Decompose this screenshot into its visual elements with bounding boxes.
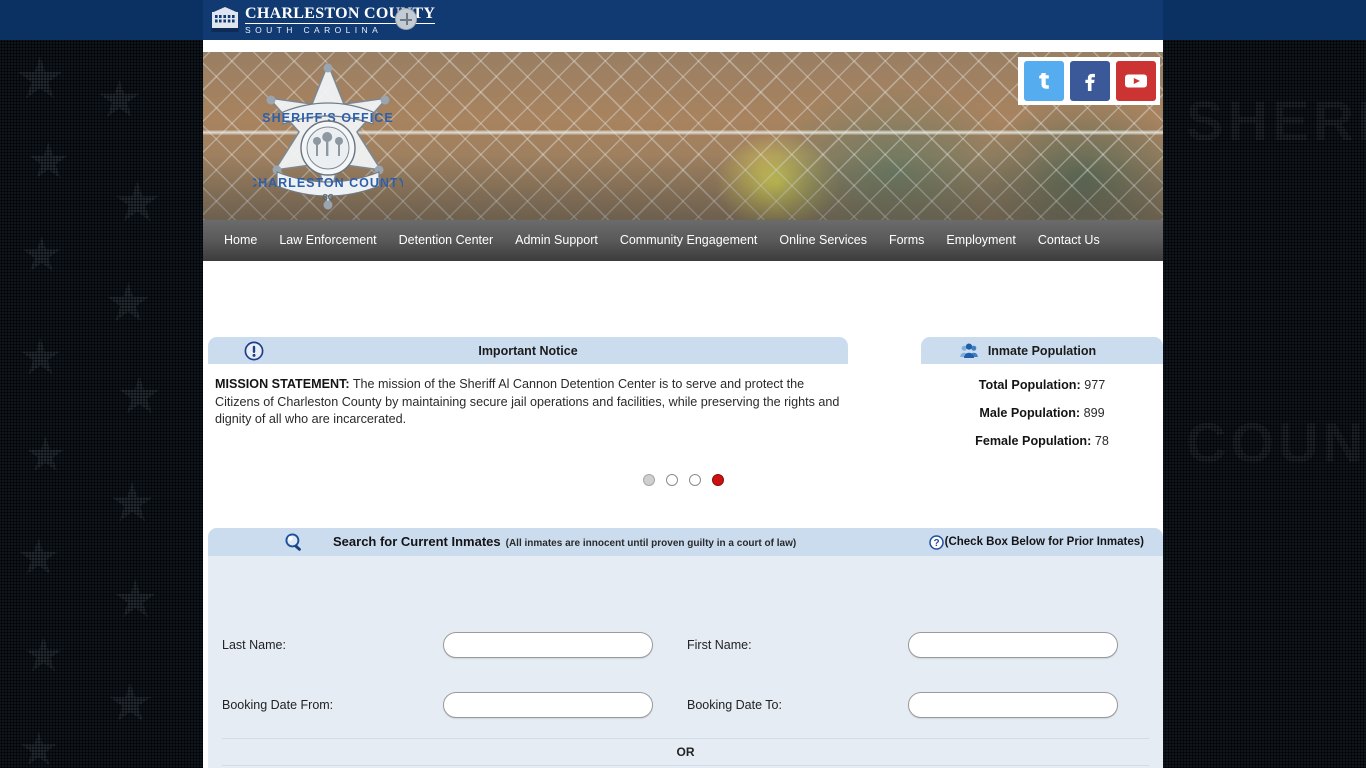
carousel-dot-1[interactable]	[642, 474, 655, 486]
facebook-icon[interactable]	[1070, 61, 1110, 101]
nav-item-detention-center[interactable]: Detention Center	[388, 220, 505, 261]
background-star: ★	[26, 133, 71, 189]
important-notice-title: Important Notice	[478, 343, 578, 358]
inmate-search-title-group: Search for Current Inmates (All inmates …	[333, 528, 796, 556]
important-notice-header: Important Notice	[208, 337, 848, 364]
carousel-dot-4[interactable]	[711, 474, 724, 486]
inmate-search-disclaimer: (All inmates are innocent until proven g…	[505, 538, 797, 549]
svg-text:?: ?	[933, 538, 939, 549]
first-name-input[interactable]	[908, 632, 1118, 658]
background-star: ★	[116, 367, 163, 425]
male-population-label: Male Population:	[979, 406, 1081, 420]
expand-plus-button[interactable]	[395, 8, 417, 30]
inmate-search-panel: Search for Current Inmates (All inmates …	[208, 528, 1163, 768]
booking-date-fields-row: Booking Date From: Booking Date To:	[208, 690, 1163, 720]
nav-item-law-enforcement[interactable]: Law Enforcement	[268, 220, 387, 261]
inmate-population-title: Inmate Population	[987, 343, 1097, 358]
important-notice-body: MISSION STATEMENT: The mission of the Sh…	[208, 364, 848, 429]
prior-inmates-note: (Check Box Below for Prior Inmates)	[944, 536, 1144, 548]
or-separator: OR	[222, 738, 1149, 766]
important-notice-panel: Important Notice MISSION STATEMENT: The …	[208, 337, 848, 429]
youtube-icon[interactable]	[1116, 61, 1156, 101]
background-star: ★	[96, 71, 143, 129]
background-star: ★	[108, 473, 157, 533]
top-header-bar: CHARLESTON COUNTY SOUTH CAROLINA	[0, 0, 1366, 40]
nav-item-forms[interactable]: Forms	[878, 220, 935, 261]
last-name-input[interactable]	[443, 632, 653, 658]
last-name-label: Last Name:	[222, 638, 286, 652]
people-group-icon	[959, 341, 979, 361]
social-links	[1018, 57, 1160, 105]
female-population-value: 78	[1094, 434, 1109, 448]
male-population-value: 899	[1083, 406, 1105, 420]
background-star: ★	[18, 329, 63, 385]
svg-text:CHARLESTON COUNTY: CHARLESTON COUNTY	[253, 176, 403, 190]
total-population-value: 977	[1084, 378, 1106, 392]
background-star: ★	[112, 170, 163, 233]
background-star: ★	[22, 629, 66, 682]
svg-text:SC: SC	[322, 193, 333, 202]
courthouse-icon	[211, 6, 239, 34]
carousel-pagination	[203, 474, 1163, 486]
inmate-population-panel: Inmate Population Total Population: 977 …	[921, 337, 1163, 448]
nav-item-contact-us[interactable]: Contact Us	[1027, 220, 1111, 261]
mission-statement-label: MISSION STATEMENT:	[215, 377, 350, 391]
carousel-dot-3[interactable]	[688, 474, 701, 486]
main-navigation: Home Law Enforcement Detention Center Ad…	[203, 220, 1163, 261]
first-name-label: First Name:	[687, 638, 752, 652]
male-population-row: Male Population: 899	[921, 406, 1163, 420]
main-content-panel: SHERIFF'S OFFICE CHARLESTON COUNTY SC Ho…	[203, 40, 1163, 768]
nav-item-admin-support[interactable]: Admin Support	[504, 220, 609, 261]
question-circle-icon[interactable]: ?	[928, 534, 944, 550]
background-watermark: SHERI	[1186, 89, 1366, 152]
inmate-search-form: Last Name: First Name: Booking Date From…	[208, 556, 1163, 768]
background-star: ★	[112, 571, 159, 629]
background-star: ★	[18, 723, 60, 768]
inmate-search-header: Search for Current Inmates (All inmates …	[208, 528, 1163, 556]
inmate-search-title: Search for Current Inmates	[333, 534, 501, 549]
booking-date-to-input[interactable]	[908, 692, 1118, 718]
total-population-row: Total Population: 977	[921, 378, 1163, 392]
prior-inmates-note-group: ? (Check Box Below for Prior Inmates)	[928, 528, 1144, 556]
female-population-row: Female Population: 78	[921, 434, 1163, 448]
booking-date-from-input[interactable]	[443, 692, 653, 718]
name-fields-row: Last Name: First Name:	[208, 630, 1163, 660]
top-header-inner: CHARLESTON COUNTY SOUTH CAROLINA	[203, 0, 1163, 40]
background-watermark: COUNTY	[1186, 411, 1366, 474]
inmate-population-header: Inmate Population	[921, 337, 1163, 364]
nav-item-home[interactable]: Home	[213, 220, 268, 261]
background-star: ★	[24, 429, 68, 482]
female-population-label: Female Population:	[975, 434, 1092, 448]
magnifier-icon	[284, 532, 304, 552]
background-star: ★	[20, 229, 64, 282]
background-star: ★	[104, 273, 153, 333]
booking-date-to-label: Booking Date To:	[687, 698, 782, 712]
twitter-icon[interactable]	[1024, 61, 1064, 101]
nav-item-employment[interactable]: Employment	[935, 220, 1026, 261]
nav-item-online-services[interactable]: Online Services	[768, 220, 878, 261]
total-population-label: Total Population:	[978, 378, 1081, 392]
background-star: ★	[106, 673, 155, 733]
nav-item-community-engagement[interactable]: Community Engagement	[609, 220, 769, 261]
sheriff-star-badge-icon: SHERIFF'S OFFICE CHARLESTON COUNTY SC	[248, 60, 407, 212]
background-star: ★	[16, 529, 61, 585]
background-star: ★	[14, 46, 66, 111]
exclamation-circle-icon	[244, 341, 264, 361]
booking-date-from-label: Booking Date From:	[222, 698, 334, 712]
carousel-dot-2[interactable]	[665, 474, 678, 486]
